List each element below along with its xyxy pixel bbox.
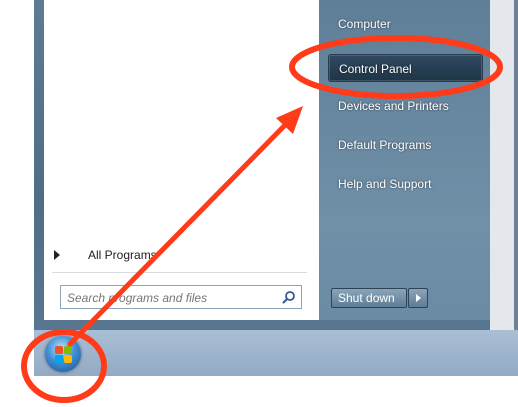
shut-down-button[interactable]: Shut down [331, 288, 407, 308]
logo-quadrant-blue [55, 355, 63, 363]
divider [52, 272, 307, 273]
logo-quadrant-green [64, 346, 72, 354]
search-icon[interactable] [282, 290, 296, 304]
menu-item-control-panel[interactable]: Control Panel [328, 54, 483, 82]
windows-logo-icon [55, 346, 63, 354]
search-field[interactable] [60, 285, 302, 309]
menu-item-devices-and-printers[interactable]: Devices and Printers [328, 92, 483, 120]
start-button[interactable] [45, 336, 81, 372]
shutdown-options-arrow-icon[interactable] [408, 288, 428, 308]
all-programs-button[interactable]: All Programs [52, 244, 292, 266]
menu-item-default-programs[interactable]: Default Programs [328, 131, 483, 159]
expand-arrow-icon [54, 250, 60, 260]
logo-quadrant-yellow [64, 355, 72, 363]
menu-item-computer[interactable]: Computer [328, 10, 483, 38]
places-pane [319, 0, 490, 320]
search-input[interactable] [65, 288, 274, 308]
menu-item-help-and-support[interactable]: Help and Support [328, 170, 483, 198]
taskbar [34, 330, 518, 376]
all-programs-label: All Programs [88, 248, 157, 262]
window-edge [514, 0, 518, 340]
